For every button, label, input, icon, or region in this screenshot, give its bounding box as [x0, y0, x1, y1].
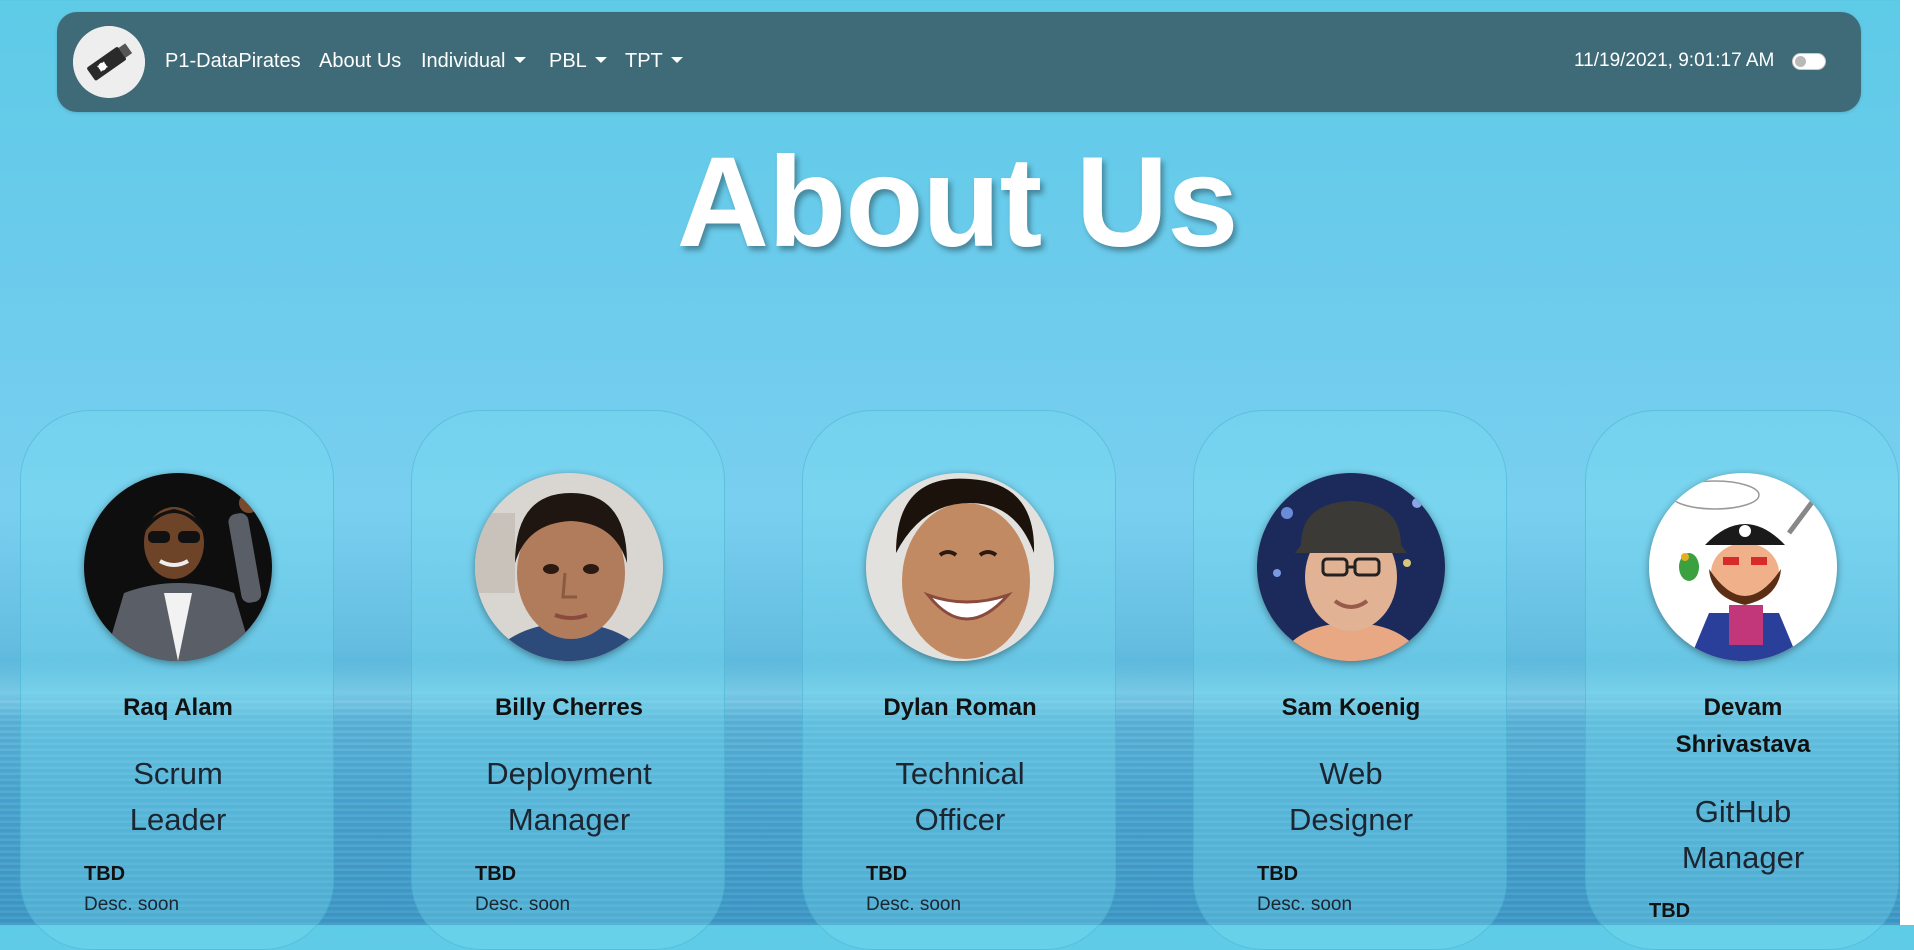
current-datetime: 11/19/2021, 9:01:17 AM [1574, 50, 1775, 71]
nav-pbl-label: PBL [549, 50, 587, 72]
toggle-knob [1795, 56, 1806, 67]
member-name: Billy Cherres [494, 694, 644, 721]
member-role-line: Officer [914, 802, 1006, 837]
member-role: GitHub Manager [1606, 789, 1880, 881]
member-status: TBD [475, 863, 517, 885]
member-card: Raq Alam Scrum Leader TBD Desc. soon [20, 410, 334, 950]
member-status: TBD [1257, 863, 1299, 885]
member-role-line: Scrum [133, 756, 223, 791]
page-title: About Us [676, 131, 1239, 274]
nav-individual-label: Individual [421, 50, 506, 72]
site-logo-icon[interactable] [73, 26, 145, 98]
member-card: Devam Shrivastava GitHub Manager TBD [1585, 410, 1899, 950]
nav-individual-dropdown[interactable]: Individual [421, 48, 526, 74]
member-role-line: Designer [1288, 802, 1414, 837]
member-role-line: Web [1319, 756, 1383, 791]
member-name-line: Shrivastava [1675, 731, 1811, 758]
member-description: Desc. soon [1257, 894, 1353, 915]
member-avatar [866, 473, 1054, 661]
member-status: TBD [866, 863, 908, 885]
member-status: TBD [1649, 900, 1691, 922]
nav-tpt-label: TPT [625, 50, 663, 72]
member-role-line: Leader [129, 802, 227, 837]
member-card: Billy Cherres Deployment Manager TBD Des… [411, 410, 725, 950]
member-role-line: Manager [1681, 840, 1805, 875]
member-role-line: Manager [507, 802, 631, 837]
nav-about-us[interactable]: About Us [319, 48, 401, 74]
member-description: Desc. soon [84, 894, 180, 915]
chevron-down-icon [670, 57, 683, 63]
member-role-line: Technical [895, 756, 1025, 791]
member-status: TBD [84, 863, 126, 885]
member-name-line: Devam [1703, 694, 1783, 721]
chevron-down-icon [513, 57, 526, 63]
member-role: Scrum Leader [41, 751, 315, 843]
nav-pbl-dropdown[interactable]: PBL [549, 48, 607, 74]
member-role-line: Deployment [486, 756, 652, 791]
member-card: Dylan Roman Technical Officer TBD Desc. … [802, 410, 1116, 950]
member-avatar [84, 473, 272, 661]
member-role-line: GitHub [1694, 794, 1792, 829]
member-card: Sam Koenig Web Designer TBD Desc. soon [1193, 410, 1507, 950]
member-description: Desc. soon [475, 894, 571, 915]
member-avatar [1649, 473, 1837, 661]
member-role: Web Designer [1214, 751, 1488, 843]
theme-toggle[interactable] [1792, 53, 1826, 70]
member-name: Raq Alam [123, 694, 233, 721]
member-role: Deployment Manager [432, 751, 706, 843]
member-avatar [1257, 473, 1445, 661]
nav-tpt-dropdown[interactable]: TPT [625, 48, 683, 74]
navbar: P1-DataPirates About Us Individual PBL T… [57, 12, 1861, 112]
member-name: Devam Shrivastava [1606, 689, 1880, 763]
chevron-down-icon [594, 57, 607, 63]
brand-link[interactable]: P1-DataPirates [165, 48, 301, 74]
member-name: Dylan Roman [883, 694, 1037, 721]
member-description: Desc. soon [866, 894, 962, 915]
member-avatar [475, 473, 663, 661]
member-name: Sam Koenig [1281, 694, 1421, 721]
member-role: Technical Officer [823, 751, 1097, 843]
